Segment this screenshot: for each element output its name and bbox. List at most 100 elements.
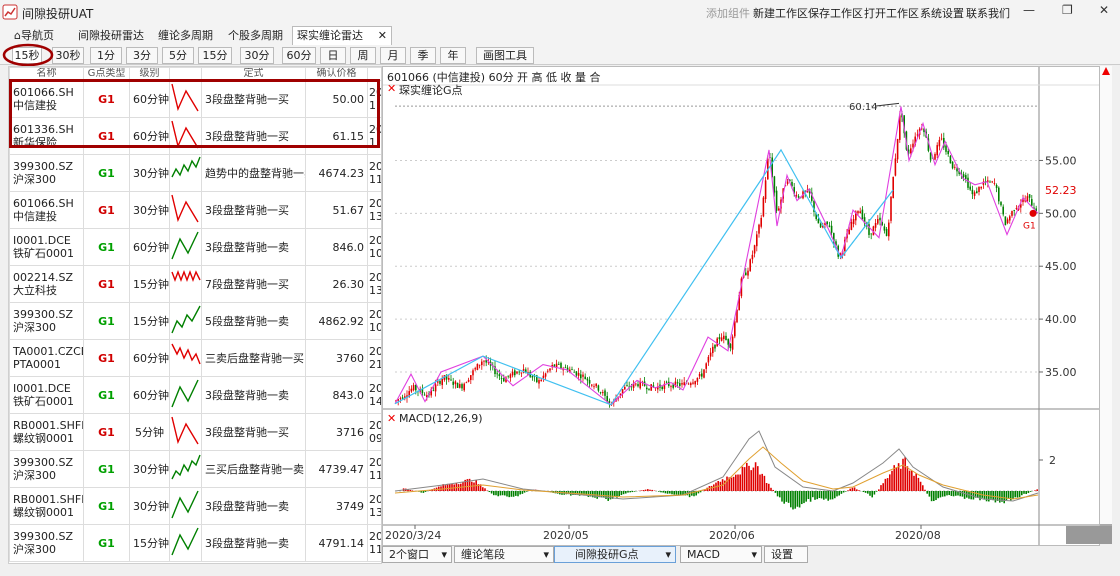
restore-icon[interactable]: ❐ [1062, 3, 1073, 17]
candle-body [910, 148, 912, 154]
y-tick-label: 40.00 [1045, 313, 1077, 326]
menu-system-settings[interactable]: 系统设置 [920, 5, 964, 21]
candle-body [965, 175, 967, 179]
symbol-code: 399300.SZ [13, 308, 74, 321]
cell-price: 4674.23 [305, 154, 368, 192]
period-day[interactable]: 日 [320, 47, 346, 64]
chart-bottom-bar: 2个窗口 ▾ 缠论笔段 ▾ 间隙投研G点 ▾ MACD ▾ 设置 [382, 546, 1112, 564]
candle-body [734, 321, 736, 337]
candle-body [441, 378, 443, 386]
candle-body [456, 382, 459, 388]
indicator-select[interactable]: MACD ▾ [680, 546, 762, 563]
period-quarter[interactable]: 季 [410, 47, 436, 64]
draw-tool-button[interactable]: 画图工具 [476, 47, 534, 64]
symbol-name: 螺纹钢0001 [13, 506, 74, 519]
cell-date: 2011 [367, 450, 381, 488]
period-5m[interactable]: 5分 [162, 47, 194, 64]
table-row[interactable]: 399300.SZ沪深300G115分钟5段盘整背驰一卖4862.922010 [9, 302, 381, 340]
period-3m[interactable]: 3分 [126, 47, 158, 64]
date-line-1: 20 [369, 345, 381, 358]
period-60m[interactable]: 60分 [282, 47, 316, 64]
candle-body [399, 398, 402, 399]
tab-chan-radar[interactable]: 琛实缠论雷达 ✕ [292, 26, 392, 45]
candle-body [775, 190, 778, 211]
legend-remove-icon[interactable]: ✕ [387, 82, 396, 95]
cell-gtype: G1 [83, 191, 130, 229]
period-15m[interactable]: 15分 [198, 47, 232, 64]
candle-body [969, 186, 971, 190]
period-30m[interactable]: 30分 [240, 47, 274, 64]
cell-symbol: RB0001.SHFE 螺纹钢0001 [9, 413, 84, 451]
period-week[interactable]: 周 [350, 47, 376, 64]
period-month[interactable]: 月 [380, 47, 406, 64]
table-row[interactable]: 399300.SZ沪深300G130分钟趋势中的盘整背驰一卖4674.23201… [9, 154, 381, 192]
kline-chart[interactable]: 55.00 50.00 45.00 40.00 35.00 60.14 G1 52.23 2 20… [383, 67, 1099, 545]
candle-body [516, 371, 518, 374]
candle-body [778, 208, 780, 211]
cell-symbol: 002214.SZ 大立科技 [9, 265, 84, 303]
table-row[interactable]: TA0001.CZCEPTA0001G160分钟三卖后盘整背驰一买3760202… [9, 339, 381, 377]
minimize-icon[interactable]: — [1023, 3, 1035, 17]
candle-body [584, 376, 586, 380]
chan-stroke-select[interactable]: 缠论笔段 ▾ [454, 546, 554, 563]
cell-price: 51.67 [305, 191, 368, 229]
period-year[interactable]: 年 [440, 47, 466, 64]
window-count-select[interactable]: 2个窗口 ▾ [382, 546, 452, 563]
period-30s[interactable]: 30秒 [52, 47, 84, 64]
menu-contact-us[interactable]: 联系我们 [966, 5, 1010, 21]
candle-body [665, 381, 668, 383]
candle-body [1015, 208, 1018, 210]
tab-stock-multi-period[interactable]: 个股多周期 [228, 27, 283, 45]
candle-body [676, 382, 679, 384]
right-scrollbar[interactable] [1100, 66, 1112, 544]
menu-new-workspace[interactable]: 新建工作区 [753, 5, 808, 21]
cell-date: 2010 [367, 302, 381, 340]
candle-body [978, 186, 980, 193]
cell-shape [169, 302, 202, 340]
menu-save-workspace[interactable]: 保存工作区 [808, 5, 863, 21]
cell-pattern: 三卖后盘整背驰一买 [201, 339, 306, 377]
menu-add-widget[interactable]: 添加组件 [706, 5, 750, 21]
candle-body [467, 379, 470, 382]
bi-stroke-line [394, 106, 1039, 406]
cell-gtype: G1 [83, 154, 130, 192]
candle-body [890, 196, 892, 221]
x-tick-label: 2020/3/24 [385, 529, 441, 542]
table-row[interactable]: I0001.DCE铁矿石0001G160分钟3段盘整背驰一卖846.02010 [9, 228, 381, 266]
cell-shape [169, 524, 202, 562]
table-row[interactable]: 399300.SZ沪深300G130分钟三买后盘整背驰一卖4739.472011 [9, 450, 381, 488]
symbol-code: 601066.SH [13, 197, 74, 210]
tab-chan-multi-period[interactable]: 缠论多周期 [158, 27, 213, 45]
period-1m[interactable]: 1分 [90, 47, 122, 64]
table-row[interactable]: RB0001.SHFE螺纹钢0001G15分钟3段盘整背驰一买37162009 [9, 413, 381, 451]
table-row[interactable]: 601066.SH中信建投G130分钟3段盘整背驰一买51.672013 [9, 191, 381, 229]
cell-price: 3749 [305, 487, 368, 525]
menu-open-workspace[interactable]: 打开工作区 [864, 5, 919, 21]
table-row[interactable]: 399300.SZ沪深300G115分钟3段盘整背驰一卖4791.142011 [9, 524, 381, 562]
close-tab-icon[interactable]: ✕ [378, 27, 387, 45]
cell-price: 4791.14 [305, 524, 368, 562]
title-bar: 间隙投研UAT 添加组件 新建工作区 保存工作区 打开工作区 系统设置 联系我们… [0, 0, 1120, 24]
candle-body [1002, 206, 1004, 215]
cell-shape [169, 450, 202, 488]
settings-button[interactable]: 设置 [764, 546, 808, 563]
symbol-name: 沪深300 [13, 173, 56, 186]
scroll-up-icon[interactable] [1101, 66, 1111, 76]
date-line-1: 20 [369, 271, 381, 284]
table-row[interactable]: RB0001.SHFE螺纹钢0001G130分钟3段盘整背驰一卖37492013 [9, 487, 381, 525]
symbol-code: 002214.SZ [13, 271, 74, 284]
table-row[interactable]: I0001.DCE铁矿石0001G160分钟3段盘整背驰一卖843.02014 [9, 376, 381, 414]
chart-scroll-thumb[interactable] [1066, 526, 1112, 544]
cell-level: 5分钟 [129, 413, 170, 451]
candle-body [520, 372, 523, 374]
table-row[interactable]: 002214.SZ大立科技G115分钟7段盘整背驰一买26.302013 [9, 265, 381, 303]
cell-pattern: 趋势中的盘整背驰一卖 [201, 154, 306, 192]
gap-g-point-select[interactable]: 间隙投研G点 ▾ [554, 546, 676, 563]
tab-gap-radar[interactable]: 间隙投研雷达 [78, 27, 144, 45]
macd-remove-icon[interactable]: ✕ [387, 412, 396, 425]
close-window-icon[interactable]: ✕ [1099, 3, 1109, 17]
cell-price: 3760 [305, 339, 368, 377]
candle-body [670, 386, 672, 388]
candle-body [683, 382, 685, 386]
candle-body [1031, 199, 1033, 206]
